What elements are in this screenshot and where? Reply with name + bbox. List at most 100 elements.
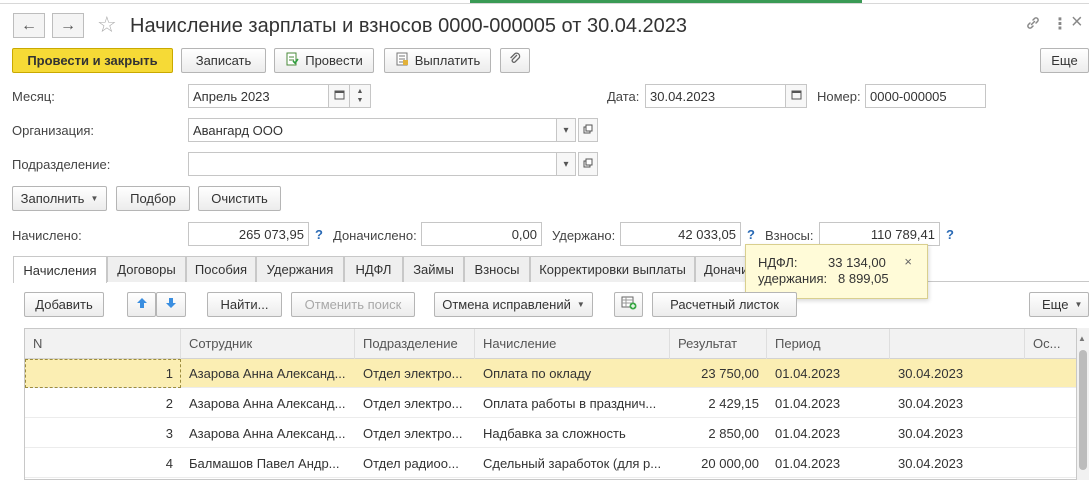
scrollbar-thumb[interactable]: [1079, 350, 1087, 470]
link-icon[interactable]: [1025, 15, 1041, 37]
cell-department[interactable]: Отдел электро...: [355, 389, 475, 418]
tab-benefits[interactable]: Пособия: [186, 256, 256, 282]
cell-employee[interactable]: Азарова Анна Александ...: [181, 359, 355, 388]
add-row-button[interactable]: [614, 292, 643, 317]
grid-more-button[interactable]: Еще ▼: [1029, 292, 1089, 317]
pay-doc-icon: [395, 52, 409, 69]
cell-accrual[interactable]: Оплата по окладу: [475, 359, 670, 388]
cell-result[interactable]: 2 850,00: [670, 419, 767, 448]
cell-n[interactable]: 3: [25, 419, 181, 448]
department-field[interactable]: [188, 152, 557, 176]
withheld-help-icon[interactable]: ?: [747, 227, 755, 242]
organization-label: Организация:: [12, 123, 95, 138]
tab-ndfl[interactable]: НДФЛ: [344, 256, 403, 282]
back-button[interactable]: ←: [13, 13, 45, 38]
tab-accruals[interactable]: Начисления: [13, 256, 107, 283]
month-stepper[interactable]: ▲ ▼: [349, 84, 371, 108]
more-button[interactable]: Еще: [1040, 48, 1089, 73]
organization-field[interactable]: Авангард ООО: [188, 118, 557, 142]
table-row[interactable]: 1 Азарова Анна Александ... Отдел электро..…: [25, 359, 1076, 388]
tab-contracts[interactable]: Договоры: [107, 256, 186, 282]
column-header-other[interactable]: Ос...: [1025, 329, 1076, 359]
find-button[interactable]: Найти...: [207, 292, 282, 317]
open-form-icon: [583, 124, 593, 137]
cancel-search-button[interactable]: Отменить поиск: [291, 292, 415, 317]
calendar-icon: [334, 89, 345, 103]
contributions-help-icon[interactable]: ?: [946, 227, 954, 242]
post-button[interactable]: Провести: [274, 48, 374, 73]
close-icon[interactable]: ×: [1071, 12, 1083, 32]
cell-n[interactable]: 4: [25, 449, 181, 478]
cancel-corrections-button[interactable]: Отмена исправлений ▼: [434, 292, 593, 317]
column-header-accrual[interactable]: Начисление: [475, 329, 670, 359]
cell-employee[interactable]: Балмашов Павел Андр...: [181, 449, 355, 478]
cell-result[interactable]: 2 429,15: [670, 389, 767, 418]
more-actions-icon[interactable]: ⋮: [1052, 15, 1068, 35]
column-header-period-end[interactable]: [890, 329, 1025, 359]
department-dropdown-button[interactable]: ▾: [556, 152, 576, 176]
cell-department[interactable]: Отдел электро...: [355, 419, 475, 448]
save-button[interactable]: Записать: [181, 48, 266, 73]
move-up-button[interactable]: [127, 292, 156, 317]
cell-result[interactable]: 20 000,00: [670, 449, 767, 478]
scroll-up-icon[interactable]: ▲: [1078, 334, 1086, 343]
clear-button[interactable]: Очистить: [198, 186, 281, 211]
table-row[interactable]: 3 Азарова Анна Александ... Отдел электро..…: [25, 419, 1076, 448]
column-header-employee[interactable]: Сотрудник: [181, 329, 355, 359]
column-header-n[interactable]: N: [25, 329, 181, 359]
date-field[interactable]: 30.04.2023: [645, 84, 786, 108]
accrued-help-icon[interactable]: ?: [315, 227, 323, 242]
organization-dropdown-button[interactable]: ▾: [556, 118, 576, 142]
paperclip-icon: [508, 52, 522, 69]
post-and-close-button[interactable]: Провести и закрыть: [12, 48, 173, 73]
cell-period-end[interactable]: 30.04.2023: [890, 419, 1025, 448]
cell-department[interactable]: Отдел радиоо...: [355, 449, 475, 478]
tab-deductions[interactable]: Удержания: [256, 256, 344, 282]
move-down-button[interactable]: [156, 292, 186, 317]
month-field[interactable]: Апрель 2023: [188, 84, 329, 108]
accruals-table[interactable]: N Сотрудник Подразделение Начисление Рез…: [24, 328, 1077, 480]
department-open-button[interactable]: [578, 152, 598, 176]
select-button[interactable]: Подбор: [116, 186, 190, 211]
number-field[interactable]: 0000-000005: [865, 84, 986, 108]
cell-accrual[interactable]: Сдельный заработок (для р...: [475, 449, 670, 478]
table-row[interactable]: 4 Балмашов Павел Андр... Отдел радиоо... Сд…: [25, 449, 1076, 478]
arrow-right-icon: →: [60, 16, 76, 34]
column-header-result[interactable]: Результат: [670, 329, 767, 359]
column-header-department[interactable]: Подразделение: [355, 329, 475, 359]
tooltip-close-icon[interactable]: ×: [904, 254, 912, 269]
tab-contributions[interactable]: Взносы: [464, 256, 530, 282]
cell-employee[interactable]: Азарова Анна Александ...: [181, 389, 355, 418]
cell-employee[interactable]: Азарова Анна Александ...: [181, 419, 355, 448]
cell-period-end[interactable]: 30.04.2023: [890, 359, 1025, 388]
organization-open-button[interactable]: [578, 118, 598, 142]
arrow-down-icon: [165, 297, 177, 312]
cell-period-end[interactable]: 30.04.2023: [890, 449, 1025, 478]
forward-button[interactable]: →: [52, 13, 84, 38]
cell-period-start[interactable]: 01.04.2023: [767, 419, 890, 448]
cell-n[interactable]: 2: [25, 389, 181, 418]
date-calendar-button[interactable]: [785, 84, 807, 108]
payslip-button[interactable]: Расчетный листок: [652, 292, 797, 317]
attach-button[interactable]: [500, 48, 530, 73]
month-calendar-button[interactable]: [328, 84, 350, 108]
tooltip-withhold-value: 8 899,05: [838, 271, 889, 286]
cell-result[interactable]: 23 750,00: [670, 359, 767, 388]
withheld-label: Удержано:: [552, 228, 616, 243]
tab-payment-corrections[interactable]: Корректировки выплаты: [530, 256, 695, 282]
favorite-star-icon[interactable]: ☆: [97, 12, 117, 38]
pay-button[interactable]: Выплатить: [384, 48, 491, 73]
tab-loans[interactable]: Займы: [403, 256, 464, 282]
add-button[interactable]: Добавить: [24, 292, 104, 317]
fill-button[interactable]: Заполнить ▼: [12, 186, 107, 211]
cell-department[interactable]: Отдел электро...: [355, 359, 475, 388]
cell-period-start[interactable]: 01.04.2023: [767, 389, 890, 418]
cell-accrual[interactable]: Оплата работы в празднич...: [475, 389, 670, 418]
cell-period-start[interactable]: 01.04.2023: [767, 359, 890, 388]
table-row[interactable]: 2 Азарова Анна Александ... Отдел электро..…: [25, 389, 1076, 418]
cell-period-start[interactable]: 01.04.2023: [767, 449, 890, 478]
column-header-period[interactable]: Период: [767, 329, 890, 359]
cell-accrual[interactable]: Надбавка за сложность: [475, 419, 670, 448]
cell-period-end[interactable]: 30.04.2023: [890, 389, 1025, 418]
table-scrollbar[interactable]: ▲: [1077, 328, 1089, 480]
